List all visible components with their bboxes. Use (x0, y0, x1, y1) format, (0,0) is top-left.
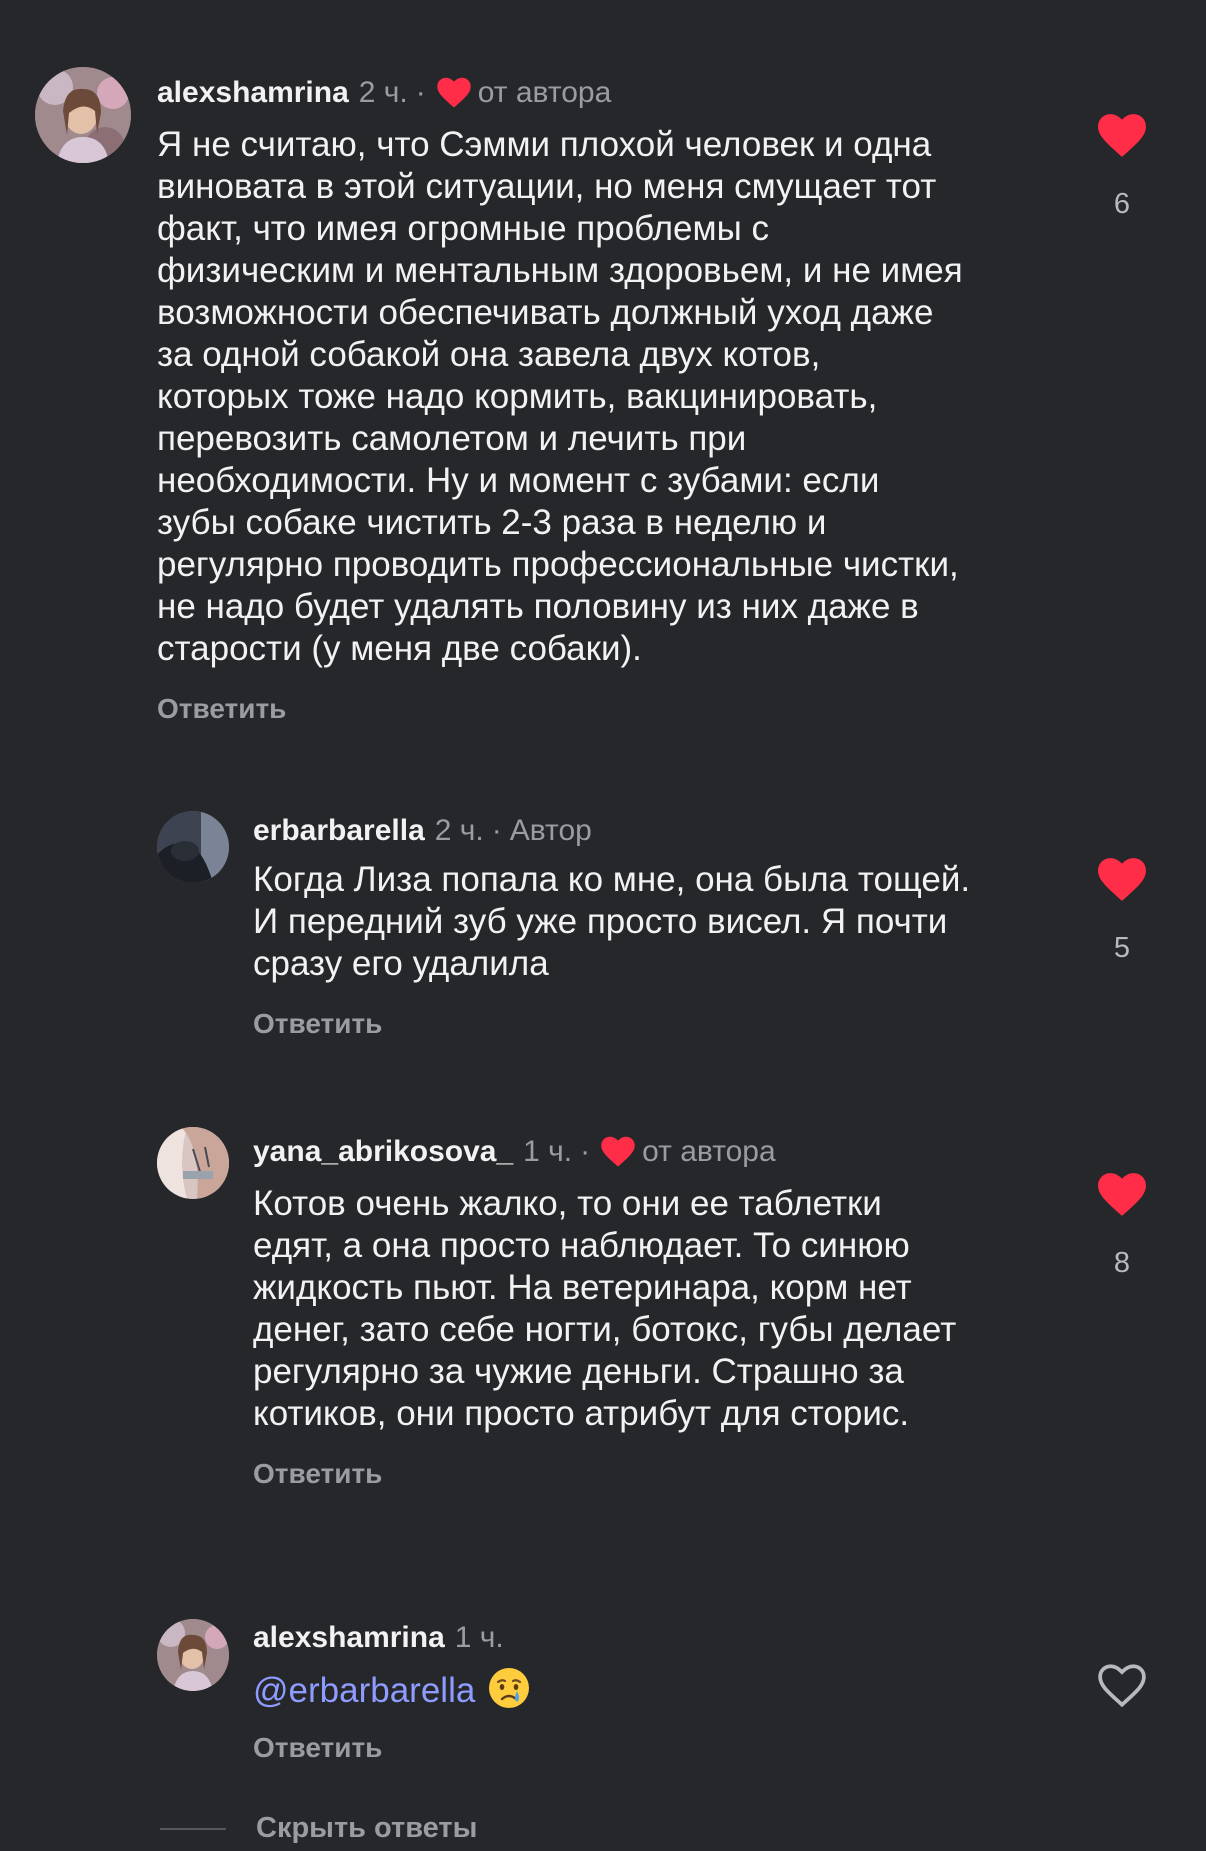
separator: · (415, 76, 426, 109)
text-line: необходимости. Ну и момент с зубами: есл… (157, 461, 880, 500)
author-badge: Автор (509, 814, 592, 847)
username[interactable]: alexshamrina (253, 1620, 445, 1656)
author-like-heart-icon (600, 1136, 636, 1168)
author-like-label: от автора (477, 76, 612, 109)
reply-button[interactable]: Ответить (253, 1731, 382, 1765)
mention-link[interactable]: @erbarbarella (253, 1671, 475, 1710)
avatar[interactable] (157, 1619, 229, 1691)
text-line: регулярно за чужие деньги. Страшно за (253, 1352, 904, 1391)
comment-text: Когда Лиза попала ко мне, она была тощей… (253, 859, 970, 985)
comment-text: Я не считаю, что Сэмми плохой человек и … (157, 124, 963, 670)
divider (160, 1827, 226, 1830)
separator: · (491, 814, 502, 847)
like-heart-outline-icon[interactable] (1097, 1663, 1147, 1709)
username[interactable]: erbarbarella (253, 813, 425, 849)
text-line: регулярно проводить профессиональные чис… (157, 545, 959, 584)
text-line: за одной собакой она завела двух котов, (157, 335, 821, 374)
like-heart-icon[interactable] (1097, 1172, 1147, 1218)
avatar[interactable] (157, 811, 229, 883)
text-line: виновата в этой ситуации, но меня смущае… (157, 167, 937, 206)
text-line: возможности обеспечивать должный уход да… (157, 293, 934, 332)
comment-text: Котов очень жалко, то они ее таблетки ед… (253, 1183, 956, 1435)
hide-replies-row[interactable]: Скрыть ответы (160, 1812, 477, 1845)
text-line: старости (у меня две собаки). (157, 629, 642, 668)
text-line: И передний зуб уже просто висел. Я почти (253, 902, 948, 941)
avatar[interactable] (157, 1127, 229, 1199)
text-line: едят, а она просто наблюдает. То синюю (253, 1226, 910, 1265)
like-heart-icon[interactable] (1097, 857, 1147, 903)
hide-replies-button[interactable]: Скрыть ответы (256, 1812, 477, 1845)
username[interactable]: yana_abrikosova_ (253, 1134, 513, 1170)
text-line: которых тоже надо кормить, вакцинировать… (157, 377, 878, 416)
comment-header: alexshamrina 1 ч. (253, 1620, 504, 1656)
text-line: Котов очень жалко, то они ее таблетки (253, 1184, 882, 1223)
crying-face-emoji-icon (487, 1666, 531, 1710)
username[interactable]: alexshamrina (157, 75, 349, 111)
author-like-label: от автора (642, 1135, 776, 1168)
like-count: 8 (1113, 1247, 1131, 1279)
avatar[interactable] (35, 67, 131, 163)
timestamp: 1 ч. (523, 1135, 573, 1168)
text-line: жидкость пьют. На ветеринара, корм нет (253, 1268, 912, 1307)
text-line: денег, зато себе ногти, ботокс, губы дел… (253, 1310, 957, 1349)
like-count: 5 (1113, 932, 1131, 964)
text-line: факт, что имея огромные проблемы с (157, 209, 769, 248)
text-line: Когда Лиза попала ко мне, она была тощей… (253, 860, 971, 899)
text-line: не надо будет удалять половину из них да… (157, 587, 919, 626)
text-line: сразу его удалила (253, 944, 549, 983)
text-line: физическим и ментальным здоровьем, и не … (157, 251, 963, 290)
timestamp: 1 ч. (454, 1621, 504, 1654)
reply-button[interactable]: Ответить (253, 1457, 382, 1491)
reply-button[interactable]: Ответить (157, 692, 286, 726)
timestamp: 2 ч. (434, 814, 484, 847)
comment-header: alexshamrina 2 ч. · от автора (157, 75, 611, 111)
text-line: Я не считаю, что Сэмми плохой человек и … (157, 125, 932, 164)
text-line: котиков, они просто атрибут для сторис. (253, 1394, 910, 1433)
timestamp: 2 ч. (358, 76, 408, 109)
comment-text: @erbarbarella (253, 1666, 531, 1712)
comment-header: yana_abrikosova_ 1 ч. · от автора (253, 1134, 776, 1170)
like-count: 6 (1113, 188, 1131, 220)
text-line: перевозить самолетом и лечить при (157, 419, 747, 458)
author-like-heart-icon (436, 77, 472, 109)
reply-button[interactable]: Ответить (253, 1007, 382, 1041)
like-heart-icon[interactable] (1097, 113, 1147, 159)
separator: · (580, 1135, 591, 1168)
text-line: зубы собаке чистить 2-3 раза в неделю и (157, 503, 827, 542)
comment-header: erbarbarella 2 ч. · Автор (253, 813, 592, 849)
